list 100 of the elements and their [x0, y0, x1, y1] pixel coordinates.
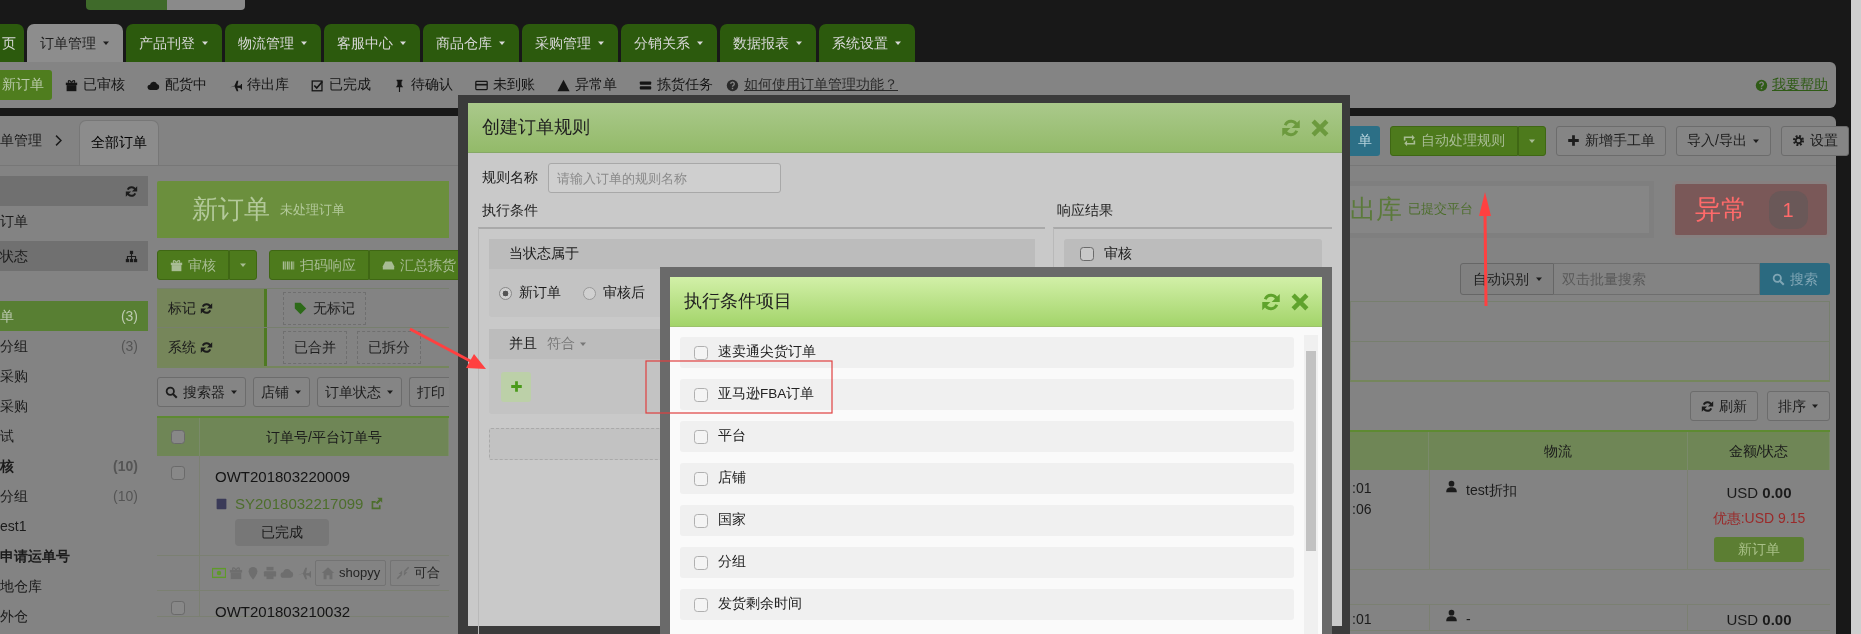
search-button[interactable]: 搜索: [1760, 263, 1830, 295]
select-all-checkbox[interactable]: [171, 430, 185, 444]
checkbox[interactable]: [694, 345, 708, 360]
card-subtitle: 已提交平台: [1408, 201, 1473, 219]
sidebar-item[interactable]: 订单: [0, 206, 148, 236]
subnav-item[interactable]: 待出库: [220, 70, 298, 100]
scrollbar[interactable]: [1851, 0, 1861, 634]
toolbar-button[interactable]: 设置: [1780, 125, 1849, 156]
subnav-item[interactable]: 异常单: [548, 70, 626, 100]
dropdown-toggle-button[interactable]: [229, 250, 257, 280]
subnav-item[interactable]: 新订单: [0, 70, 52, 100]
column-header: 物流: [1429, 432, 1688, 470]
auto-rules-button[interactable]: 自动处理规则: [1390, 125, 1518, 156]
close-icon[interactable]: [1310, 117, 1330, 138]
approve-button[interactable]: 审核: [157, 250, 229, 280]
checkbox-option[interactable]: 审核: [1063, 239, 1322, 269]
nav-tab[interactable]: 产品刊登: [126, 24, 222, 62]
dropdown-toggle-button[interactable]: [1518, 125, 1546, 156]
amount-text: USD 0.00: [1726, 483, 1792, 503]
radio-button[interactable]: [583, 286, 596, 300]
sidebar-item[interactable]: 外仓: [0, 601, 148, 631]
close-icon[interactable]: [1290, 291, 1310, 312]
nav-tab[interactable]: 商品仓库: [423, 24, 519, 62]
sidebar-item[interactable]: 单 (3): [0, 301, 148, 331]
refresh-button[interactable]: 刷新: [1690, 391, 1758, 421]
checkbox[interactable]: [694, 555, 708, 570]
sidebar-item[interactable]: 地仓库: [0, 571, 148, 601]
toolbar-button[interactable]: 导入/导出: [1676, 125, 1771, 156]
nav-tab[interactable]: 订单管理: [27, 24, 123, 62]
condition-item[interactable]: 平台: [680, 421, 1294, 452]
subnav-item[interactable]: 配货中: [138, 70, 216, 100]
time-text: :01: [1351, 479, 1373, 498]
toolbar-button[interactable]: 扫码响应: [269, 250, 369, 280]
refresh-icon[interactable]: [1281, 117, 1301, 138]
checkbox[interactable]: [694, 513, 708, 528]
subnav-item[interactable]: 未到账: [466, 70, 544, 100]
nav-tab[interactable]: 系统设置: [819, 24, 915, 62]
subnav-item[interactable]: 已完成: [302, 70, 380, 100]
logic-dropdown[interactable]: 符合: [547, 333, 587, 355]
status-badge: 新订单: [1714, 536, 1804, 562]
nav-tab[interactable]: 客服中心: [324, 24, 420, 62]
filter-tag[interactable]: 无标记: [283, 291, 366, 325]
checkbox[interactable]: [694, 597, 708, 612]
checkbox[interactable]: [694, 429, 708, 444]
condition-item[interactable]: 店铺: [680, 463, 1294, 494]
sidebar-item[interactable]: est1: [0, 511, 148, 541]
amount-text: USD 0.00: [1726, 610, 1792, 630]
bag-icon: [215, 497, 228, 511]
toolbar-button[interactable]: 单: [1350, 125, 1380, 156]
sidebar-header[interactable]: [0, 176, 148, 206]
condition-item[interactable]: 发货剩余时间: [680, 589, 1294, 620]
rule-name-field[interactable]: 请输入订单的规则名称: [548, 163, 781, 193]
condition-item[interactable]: 亚马逊FBA订单: [680, 379, 1294, 410]
scrollbar[interactable]: [1304, 335, 1318, 634]
condition-item[interactable]: 速卖通尖货订单: [680, 337, 1294, 368]
checkbox[interactable]: [694, 387, 708, 402]
condition-item[interactable]: 分组: [680, 547, 1294, 578]
nav-tab[interactable]: 页: [0, 24, 24, 62]
field-label: 规则名称: [482, 168, 538, 187]
condition-item[interactable]: 国家: [680, 505, 1294, 536]
breadcrumb-tab[interactable]: 全部订单: [79, 120, 159, 165]
refresh-icon[interactable]: [1261, 291, 1281, 312]
add-condition-button[interactable]: [501, 371, 531, 402]
logic-label: 并且: [509, 334, 537, 353]
header-button[interactable]: [167, 0, 245, 10]
dropdown-button[interactable]: 打印: [409, 377, 449, 407]
sort-button[interactable]: 排序: [1767, 391, 1830, 421]
caret-icon: [239, 261, 247, 269]
dropdown-button[interactable]: 订单状态: [317, 377, 402, 407]
row-checkbox[interactable]: [171, 466, 185, 480]
sidebar-item[interactable]: 采购: [0, 361, 148, 391]
nav-tab[interactable]: 物流管理: [225, 24, 321, 62]
subnav-item[interactable]: 已审核: [56, 70, 134, 100]
checkbox[interactable]: [694, 471, 708, 486]
status-card[interactable]: 异常 1: [1671, 181, 1830, 238]
time-text: :01: [1351, 610, 1373, 629]
subnav-item[interactable]: 待确认: [384, 70, 462, 100]
filter-tag[interactable]: 已合并: [283, 330, 347, 364]
toolbar-button[interactable]: 新增手工单: [1556, 125, 1666, 156]
nav-tab[interactable]: 数据报表: [720, 24, 816, 62]
sidebar-header[interactable]: 状态: [0, 241, 148, 271]
radio-option[interactable]: 审核后: [583, 282, 645, 304]
header-button[interactable]: [86, 0, 167, 10]
sidebar-item[interactable]: 采购: [0, 391, 148, 421]
caret-icon: [1535, 275, 1543, 283]
nav-tab[interactable]: 采购管理: [522, 24, 618, 62]
radio-option[interactable]: 新订单: [499, 282, 561, 304]
refresh-icon: [125, 184, 138, 198]
sidebar-item[interactable]: 试: [0, 421, 148, 451]
logistics-text: test折扣: [1466, 481, 1517, 500]
nav-tab[interactable]: 分销关系: [621, 24, 717, 62]
filter-tag[interactable]: 已拆分: [357, 330, 421, 364]
dropdown-button[interactable]: 搜索器: [157, 377, 246, 407]
sidebar-item[interactable]: 申请运单号: [0, 541, 148, 571]
row-checkbox[interactable]: [171, 601, 185, 615]
subnav-item[interactable]: 拣货任务: [630, 70, 722, 100]
card-title: 新订单: [192, 193, 270, 226]
radio-button[interactable]: [499, 286, 512, 300]
dropdown-button[interactable]: 店铺: [253, 377, 310, 407]
checkbox[interactable]: [1079, 247, 1094, 261]
